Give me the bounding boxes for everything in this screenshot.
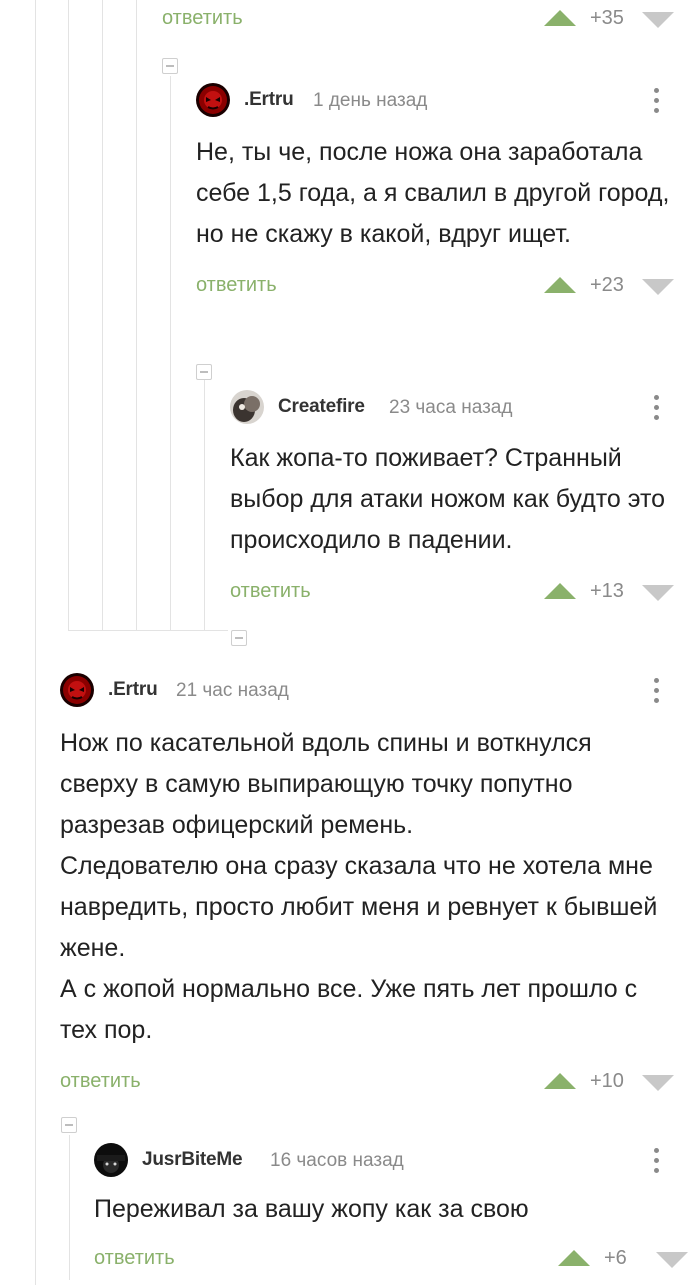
vote-control: +35 — [544, 2, 700, 36]
comment-header: JusrBiteMe 16 часов назад — [94, 1140, 682, 1180]
comment-header: .Ertru 1 день назад — [196, 80, 682, 120]
comment-text: Как жопа-то поживает? Странный выбор для… — [230, 438, 682, 561]
reply-link[interactable]: ответить — [230, 580, 311, 603]
comment-footer: ответить +13 — [230, 575, 682, 609]
reply-link[interactable]: ответить — [60, 1070, 141, 1093]
comment: Createfire 23 часа назад Как жопа-то пож… — [230, 387, 682, 609]
rating-count: +23 — [590, 274, 624, 296]
triangle-up-icon[interactable] — [544, 583, 576, 599]
thread-line — [69, 1135, 70, 1280]
comment: .Ertru 21 час назад Нож по касательной в… — [60, 670, 682, 1099]
rating-count: +10 — [590, 1070, 624, 1092]
comment-text: Не, ты че, после ножа она заработала себ… — [196, 132, 682, 255]
comment-username[interactable]: Createfire — [278, 396, 365, 418]
triangle-up-icon[interactable] — [544, 1073, 576, 1089]
comment-footer: ответить +35 — [162, 2, 682, 36]
comment-username[interactable]: JusrBiteMe — [142, 1149, 243, 1171]
reply-link[interactable]: ответить — [162, 7, 243, 30]
thread-line — [102, 0, 103, 630]
triangle-up-icon[interactable] — [544, 10, 576, 26]
comment-time[interactable]: 21 час назад — [176, 680, 289, 702]
comment: JusrBiteMe 16 часов назад Переживал за в… — [94, 1140, 688, 1276]
collapse-thread-button[interactable] — [162, 58, 178, 74]
comment-time[interactable]: 23 часа назад — [389, 397, 512, 419]
vertical-dots-icon[interactable] — [646, 86, 666, 116]
comment: .Ertru 1 день назад Не, ты че, после нож… — [196, 80, 682, 303]
comment-header: Createfire 23 часа назад — [230, 387, 682, 427]
comment-username[interactable]: .Ertru — [108, 679, 158, 701]
vote-control: +13 — [544, 575, 700, 609]
triangle-down-icon[interactable] — [642, 1075, 674, 1091]
thread-line — [68, 0, 69, 630]
avatar[interactable] — [60, 673, 94, 707]
comment-paragraph: Не, ты че, после ножа она заработала себ… — [196, 138, 670, 248]
vertical-dots-icon[interactable] — [646, 1146, 666, 1176]
rating-count: +35 — [590, 7, 624, 29]
triangle-down-icon[interactable] — [642, 585, 674, 601]
comment-paragraph: А с жопой нормально все. Уже пять лет пр… — [60, 975, 638, 1044]
avatar[interactable] — [230, 390, 264, 424]
collapse-thread-button[interactable] — [231, 630, 247, 646]
triangle-down-icon[interactable] — [656, 1252, 688, 1268]
rating-count: +6 — [604, 1247, 627, 1269]
comment-paragraph: Как жопа-то поживает? Странный выбор для… — [230, 444, 666, 554]
comment-paragraph: Переживал за вашу жопу как за свою — [94, 1195, 529, 1223]
thread-line — [35, 0, 36, 1285]
comment-text: Переживал за вашу жопу как за свою — [94, 1189, 674, 1230]
avatar[interactable] — [94, 1143, 128, 1177]
comment-paragraph: Следователю она сразу сказала что не хот… — [60, 852, 658, 962]
thread-line — [170, 76, 171, 630]
vertical-dots-icon[interactable] — [646, 393, 666, 423]
vote-control: +6 — [558, 1242, 700, 1276]
reply-link[interactable]: ответить — [94, 1247, 175, 1270]
triangle-down-icon[interactable] — [642, 279, 674, 295]
rating-count: +13 — [590, 580, 624, 602]
comment-header: .Ertru 21 час назад — [60, 670, 682, 710]
avatar[interactable] — [196, 83, 230, 117]
reply-link[interactable]: ответить — [196, 274, 277, 297]
triangle-up-icon[interactable] — [544, 277, 576, 293]
vote-control: +10 — [544, 1065, 700, 1099]
collapse-thread-button[interactable] — [196, 364, 212, 380]
comment-text: Нож по касательной вдоль спины и воткнул… — [60, 723, 670, 1051]
comment-footer: ответить +6 — [94, 1242, 688, 1276]
vertical-dots-icon[interactable] — [646, 676, 666, 706]
comment-username[interactable]: .Ertru — [244, 89, 294, 111]
comment-time[interactable]: 1 день назад — [313, 90, 427, 112]
comment-footer: ответить +10 — [60, 1065, 682, 1099]
collapse-thread-button[interactable] — [61, 1117, 77, 1133]
comment-time[interactable]: 16 часов назад — [270, 1150, 404, 1172]
thread-line — [68, 630, 228, 631]
thread-line — [204, 380, 205, 630]
triangle-down-icon[interactable] — [642, 12, 674, 28]
comment-footer: ответить +23 — [196, 269, 682, 303]
vote-control: +23 — [544, 269, 700, 303]
triangle-up-icon[interactable] — [558, 1250, 590, 1266]
thread-line — [136, 0, 137, 630]
comment-paragraph: Нож по касательной вдоль спины и воткнул… — [60, 729, 592, 839]
